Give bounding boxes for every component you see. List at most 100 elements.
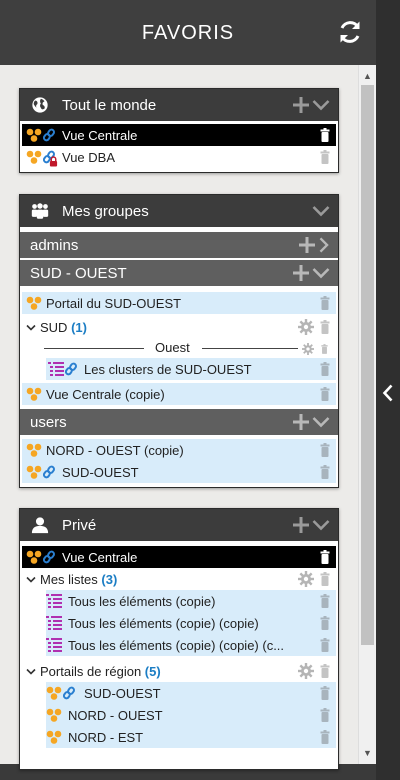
chevron-down-icon[interactable]	[312, 205, 330, 217]
portal-icon	[26, 150, 42, 164]
favorite-portail-sud-ouest[interactable]: Portail du SUD-OUEST	[22, 292, 336, 314]
favorite-nord-ouest-copie[interactable]: NORD - OUEST (copie)	[22, 439, 336, 461]
top-bar: FAVORIS	[0, 0, 376, 65]
favorite-label: Portail du SUD-OUEST	[46, 296, 182, 311]
page-title: FAVORIS	[141, 22, 235, 44]
favorite-label: Vue Centrale	[62, 128, 138, 143]
favorite-vue-centrale-copie[interactable]: Vue Centrale (copie)	[22, 383, 336, 405]
list-icon	[46, 616, 62, 630]
scroll-down-arrow-icon[interactable]: ▼	[363, 748, 372, 758]
add-icon[interactable]	[293, 97, 309, 113]
trash-icon[interactable]	[320, 128, 330, 142]
user-icon	[31, 517, 49, 534]
trash-icon[interactable]	[321, 344, 328, 354]
favorite-label: Tous les éléments (copie) (copie)	[68, 616, 259, 631]
favorite-vue-dba[interactable]: Vue DBA	[22, 146, 336, 168]
link-icon	[63, 686, 75, 700]
folder-count: (3)	[101, 572, 118, 587]
group-label: admins	[30, 237, 79, 254]
favorite-label: Vue Centrale	[62, 550, 138, 565]
favorite-vue-centrale-private[interactable]: Vue Centrale	[22, 546, 336, 568]
scroll-up-arrow-icon[interactable]: ▲	[363, 71, 372, 81]
panel-header-everyone[interactable]: Tout le monde	[20, 89, 338, 121]
chevron-down-icon[interactable]	[312, 267, 330, 279]
add-icon[interactable]	[293, 265, 309, 281]
portal-icon	[46, 708, 62, 722]
trash-icon[interactable]	[320, 296, 330, 310]
portal-icon	[26, 465, 42, 479]
gear-icon[interactable]	[298, 663, 314, 679]
favorite-clusters-sud-ouest[interactable]: Les clusters de SUD-OUEST	[46, 358, 336, 380]
panel-title-everyone: Tout le monde	[62, 97, 157, 114]
trash-icon[interactable]	[320, 664, 330, 678]
gear-icon[interactable]	[298, 319, 314, 335]
trash-icon[interactable]	[320, 594, 330, 608]
trash-icon[interactable]	[320, 708, 330, 722]
chevron-down-icon[interactable]	[26, 576, 36, 584]
gear-icon[interactable]	[298, 571, 314, 587]
chevron-down-icon[interactable]	[312, 519, 330, 531]
separator-label: Ouest	[155, 340, 190, 355]
chevron-right-icon[interactable]	[318, 237, 330, 253]
gear-icon[interactable]	[302, 343, 314, 355]
panel-header-my-groups[interactable]: Mes groupes	[20, 195, 338, 227]
folder-count: (5)	[144, 664, 161, 679]
trash-icon[interactable]	[320, 686, 330, 700]
favorite-label: NORD - OUEST (copie)	[46, 443, 184, 458]
add-icon[interactable]	[293, 517, 309, 533]
chevron-down-icon[interactable]	[26, 324, 36, 332]
link-icon	[43, 128, 55, 142]
chevron-left-icon[interactable]	[382, 384, 394, 402]
trash-icon[interactable]	[320, 443, 330, 457]
folder-portails-de-region[interactable]: Portails de région (5)	[22, 660, 336, 682]
folder-mes-listes[interactable]: Mes listes (3)	[22, 568, 336, 590]
lock-icon	[49, 156, 58, 167]
chevron-down-icon[interactable]	[26, 668, 36, 676]
chevron-down-icon[interactable]	[312, 416, 330, 428]
region-item[interactable]: NORD - EST	[46, 726, 336, 748]
trash-icon[interactable]	[320, 572, 330, 586]
trash-icon[interactable]	[320, 616, 330, 630]
trash-icon[interactable]	[320, 465, 330, 479]
folder-label: Portails de région (5)	[40, 664, 161, 679]
trash-icon[interactable]	[320, 320, 330, 334]
group-header-sud-ouest[interactable]: SUD - OUEST	[20, 260, 338, 286]
group-label: SUD - OUEST	[30, 265, 127, 282]
favorite-label: NORD - EST	[68, 730, 144, 745]
favorite-label: Vue Centrale (copie)	[46, 387, 165, 402]
trash-icon[interactable]	[320, 362, 330, 376]
region-item[interactable]: SUD-OUEST	[46, 682, 336, 704]
portal-icon	[26, 550, 42, 564]
folder-sud[interactable]: SUD (1)	[22, 316, 336, 338]
portal-icon	[26, 296, 42, 310]
group-header-users[interactable]: users	[20, 409, 338, 435]
link-icon	[43, 465, 55, 479]
scrollbar-thumb[interactable]	[361, 85, 374, 645]
trash-icon[interactable]	[320, 150, 330, 164]
list-item[interactable]: Tous les éléments (copie)	[46, 590, 336, 612]
panel-title-my-groups: Mes groupes	[62, 203, 149, 220]
add-icon[interactable]	[299, 237, 315, 253]
trash-icon[interactable]	[320, 730, 330, 744]
add-icon[interactable]	[293, 414, 309, 430]
trash-icon[interactable]	[320, 387, 330, 401]
list-item[interactable]: Tous les éléments (copie) (copie) (c...	[46, 634, 336, 656]
collapse-sidebar[interactable]	[376, 0, 400, 780]
link-icon	[43, 550, 55, 564]
group-header-admins[interactable]: admins	[20, 232, 338, 258]
chevron-down-icon[interactable]	[312, 99, 330, 111]
vertical-scrollbar[interactable]: ▲ ▼	[358, 65, 376, 764]
trash-icon[interactable]	[320, 550, 330, 564]
list-item[interactable]: Tous les éléments (copie) (copie)	[46, 612, 336, 634]
group-icon	[31, 203, 49, 219]
portal-icon	[46, 730, 62, 744]
portal-icon	[26, 128, 42, 142]
region-item[interactable]: NORD - OUEST	[46, 704, 336, 726]
panel-header-private[interactable]: Privé	[20, 509, 338, 541]
trash-icon[interactable]	[320, 638, 330, 652]
portal-icon	[46, 686, 62, 700]
folder-label: SUD (1)	[40, 320, 87, 335]
refresh-icon[interactable]	[337, 19, 363, 45]
favorite-sud-ouest[interactable]: SUD-OUEST	[22, 461, 336, 483]
favorite-vue-centrale[interactable]: Vue Centrale	[22, 124, 336, 146]
